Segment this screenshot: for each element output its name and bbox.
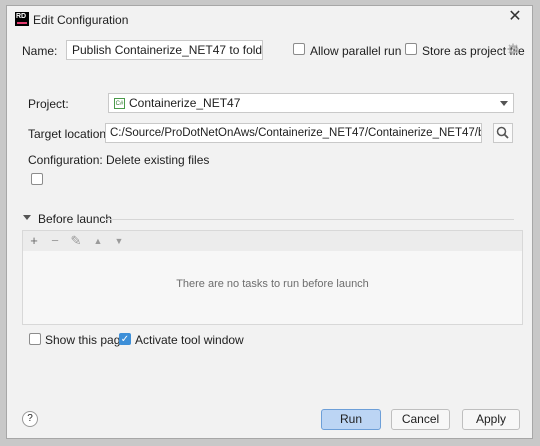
project-label: Project:	[28, 97, 69, 111]
configuration-label: Configuration:	[28, 153, 103, 167]
before-launch-toolbar: + − ✎ ▲ ▼	[23, 231, 522, 252]
collapse-chevron-icon[interactable]	[23, 215, 31, 220]
tasks-list: There are no tasks to run before launch	[23, 251, 522, 324]
allow-parallel-checkbox[interactable]	[293, 43, 305, 55]
move-down-icon[interactable]: ▼	[112, 233, 126, 249]
csharp-project-icon: C#	[114, 98, 125, 110]
delete-existing-files-label: Delete existing files	[106, 153, 210, 167]
remove-icon[interactable]: −	[48, 233, 62, 249]
before-launch-header[interactable]: Before launch	[38, 212, 112, 226]
apply-button[interactable]: Apply	[462, 409, 520, 430]
chevron-down-icon[interactable]	[500, 101, 508, 106]
browse-button[interactable]	[493, 123, 513, 143]
activate-tool-window-checkbox[interactable]: ✓	[119, 333, 131, 345]
section-divider	[105, 219, 514, 220]
add-icon[interactable]: +	[27, 233, 41, 249]
project-value: Containerize_NET47	[129, 96, 241, 110]
empty-tasks-text: There are no tasks to run before launch	[176, 278, 369, 290]
store-project-checkbox[interactable]	[405, 43, 417, 55]
search-icon	[496, 126, 509, 139]
rider-app-icon: RD	[15, 12, 29, 26]
project-dropdown[interactable]: C# Containerize_NET47	[108, 93, 514, 113]
show-this-page-label: Show this page	[45, 333, 128, 347]
help-button[interactable]: ?	[22, 411, 38, 427]
move-up-icon[interactable]: ▲	[91, 233, 105, 249]
before-launch-panel: + − ✎ ▲ ▼ There are no tasks to run befo…	[22, 230, 523, 325]
cancel-button[interactable]: Cancel	[391, 409, 450, 430]
name-label: Name:	[22, 44, 58, 58]
activate-tool-window-label: Activate tool window	[135, 333, 244, 347]
allow-parallel-label: Allow parallel run	[310, 44, 402, 58]
target-location-input[interactable]: C:/Source/ProDotNetOnAws/Containerize_NE…	[105, 123, 482, 143]
show-this-page-checkbox[interactable]	[29, 333, 41, 345]
edit-configuration-dialog: RD Edit Configuration ✕ Name: Publish Co…	[6, 5, 533, 439]
edit-pencil-icon[interactable]: ✎	[69, 233, 83, 249]
window-title: Edit Configuration	[33, 13, 129, 27]
gear-icon[interactable]	[507, 43, 519, 55]
run-button[interactable]: Run	[321, 409, 381, 430]
target-location-label: Target location:	[28, 127, 110, 141]
name-input[interactable]: Publish Containerize_NET47 to folder (1)	[66, 40, 263, 60]
delete-existing-files-checkbox[interactable]	[31, 173, 43, 185]
close-icon[interactable]: ✕	[507, 9, 523, 25]
